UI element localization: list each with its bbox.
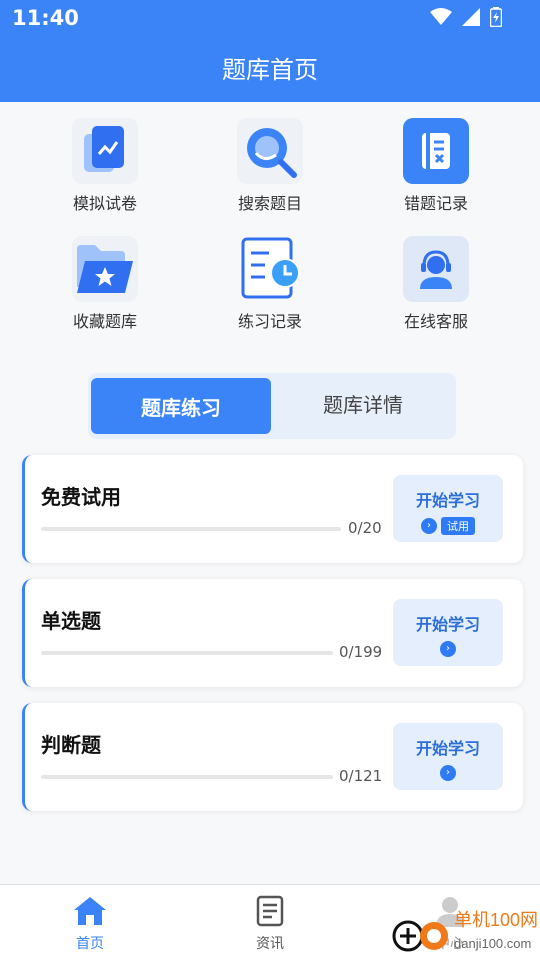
- practice-card-true-false: 判断题 0/121 开始学习 ›: [22, 703, 523, 811]
- status-icons: [430, 7, 502, 27]
- news-icon: [256, 895, 284, 927]
- watermark-logo: 单机100网 danji100.com: [392, 892, 540, 956]
- battery-icon: [490, 7, 502, 27]
- page-title: 题库首页: [222, 56, 318, 84]
- customer-service-icon: [403, 236, 469, 302]
- card-title: 免费试用: [41, 485, 121, 509]
- svg-text:danji100.com: danji100.com: [454, 936, 531, 951]
- tab-question-details[interactable]: 题库详情: [274, 378, 452, 428]
- progress-bar: [41, 651, 333, 655]
- grid-label: 搜索题目: [237, 194, 302, 213]
- status-time: 11:40: [12, 6, 79, 30]
- trial-badge: 试用: [441, 517, 475, 535]
- card-title: 判断题: [41, 733, 101, 757]
- practice-card-free-trial: 免费试用 0/20 开始学习 › 试用: [22, 455, 523, 563]
- grid-item-search[interactable]: 搜索题目: [200, 118, 340, 214]
- chevron-right-icon: ›: [421, 518, 437, 534]
- chevron-right-icon: ›: [440, 641, 456, 657]
- search-icon: [237, 118, 303, 184]
- start-study-button[interactable]: 开始学习 › 试用: [393, 475, 503, 542]
- home-icon: [74, 897, 106, 925]
- signal-icon: [462, 8, 480, 26]
- wrong-record-icon: [403, 118, 469, 184]
- start-study-label: 开始学习: [415, 615, 480, 634]
- grid-label: 收藏题库: [72, 312, 137, 331]
- app-header: 11:40 题库首页: [0, 0, 540, 102]
- grid-label: 模拟试卷: [72, 194, 137, 213]
- tab-home[interactable]: 首页: [40, 895, 140, 953]
- practice-card-single-choice: 单选题 0/199 开始学习 ›: [22, 579, 523, 687]
- progress-bar: [41, 775, 333, 779]
- tab-question-practice[interactable]: 题库练习: [91, 378, 271, 434]
- progress-count: 0/199: [339, 643, 383, 661]
- grid-item-customer-service[interactable]: 在线客服: [366, 236, 506, 332]
- start-study-label: 开始学习: [415, 491, 480, 510]
- progress-count: 0/20: [348, 519, 382, 537]
- grid-label: 在线客服: [403, 312, 468, 331]
- grid-item-mock-exam[interactable]: 模拟试卷: [35, 118, 175, 214]
- grid-item-wrong-record[interactable]: 错题记录: [366, 118, 506, 214]
- svg-text:单机100网: 单机100网: [454, 910, 538, 930]
- exam-paper-icon: [72, 118, 138, 184]
- progress-count: 0/121: [339, 767, 383, 785]
- start-study-button[interactable]: 开始学习 ›: [393, 723, 503, 790]
- start-study-label: 开始学习: [415, 739, 480, 758]
- card-title: 单选题: [41, 609, 101, 633]
- grid-label: 错题记录: [403, 194, 468, 213]
- grid-label: 练习记录: [237, 312, 302, 331]
- grid-item-favorites[interactable]: 收藏题库: [35, 236, 175, 332]
- grid-item-practice-record[interactable]: 练习记录: [200, 236, 340, 332]
- progress-bar: [41, 527, 341, 531]
- favorite-folder-icon: [72, 236, 138, 302]
- practice-record-icon: [237, 236, 303, 302]
- chevron-right-icon: ›: [440, 765, 456, 781]
- wifi-icon: [430, 8, 452, 25]
- tab-news-label: 资讯: [256, 936, 284, 952]
- segmented-control: 题库练习 题库详情: [88, 373, 456, 439]
- tab-home-label: 首页: [76, 936, 104, 952]
- tab-news[interactable]: 资讯: [220, 895, 320, 953]
- start-study-button[interactable]: 开始学习 ›: [393, 599, 503, 666]
